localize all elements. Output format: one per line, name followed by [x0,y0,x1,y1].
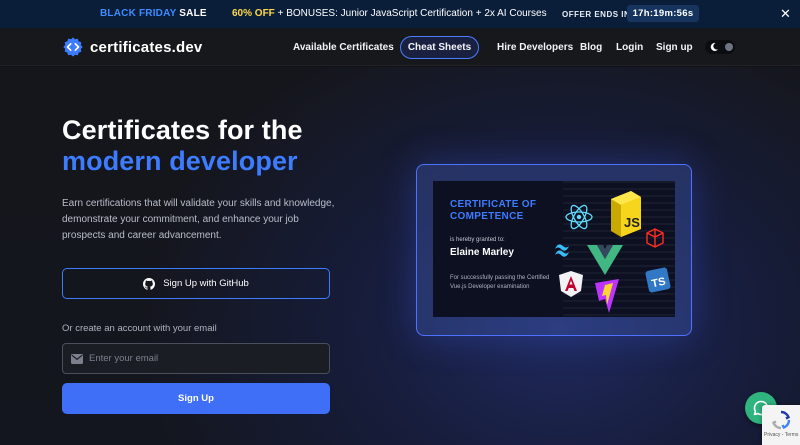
hero-section: Certificates for the modern developer Ea… [0,67,800,445]
gear-code-icon [63,37,83,57]
black-friday-label: BLACK FRIDAY SALE [100,8,207,19]
hero-title-line2: modern developer [62,146,298,176]
laravel-icon [646,228,664,248]
js-label: JS [624,215,640,230]
vue-icon [587,245,623,275]
offer-details: + BONUSES: Junior JavaScript Certificati… [277,8,547,19]
recaptcha-badge[interactable]: Privacy - Terms [762,405,800,445]
certificate-card: CERTIFICATE OF COMPETENCE is hereby gran… [433,181,675,317]
promo-bar: BLACK FRIDAY SALE 60% OFF + BONUSES: Jun… [0,0,800,28]
toggle-knob [725,43,733,51]
sale-text: SALE [179,8,207,19]
signup-button[interactable]: Sign Up [62,383,330,414]
countdown-timer: 17h:19m:56s [627,5,699,22]
github-button-label: Sign Up with GitHub [163,278,249,289]
react-icon [565,204,593,230]
github-icon [143,277,156,290]
angular-icon [559,271,583,297]
certificate-title-line1: CERTIFICATE OF [450,199,537,210]
tailwind-icon [555,244,569,257]
js-icon: JS [611,191,641,237]
certificate-description: For successfully passing the Certified V… [450,275,550,290]
close-icon[interactable]: ✕ [780,6,791,22]
certificate-recipient: Elaine Marley [450,247,514,258]
github-signup-button[interactable]: Sign Up with GitHub [62,268,330,299]
nav-hire-developers[interactable]: Hire Developers [497,42,573,53]
certificate-title-line2: COMPETENCE [450,211,524,222]
theme-toggle[interactable] [705,40,735,54]
promo-offer[interactable]: 60% OFF + BONUSES: Junior JavaScript Cer… [232,8,547,19]
tech-logos: JS TS [555,191,671,313]
certificate-granted-text: is hereby granted to: [450,237,505,243]
recaptcha-links[interactable]: Privacy - Terms [764,432,798,438]
email-input[interactable] [89,353,319,364]
email-field[interactable] [62,343,330,374]
envelope-icon [71,353,83,364]
logo-text: certificates.dev [90,38,203,56]
hero-description: Earn certifications that will validate y… [62,198,335,241]
certificate-title: CERTIFICATE OF COMPETENCE [450,199,536,223]
nav-blog[interactable]: Blog [580,42,602,53]
recaptcha-icon [772,410,791,430]
email-signup-label: Or create an account with your email [62,323,217,334]
site-logo[interactable]: certificates.dev [62,36,202,58]
nav-cheat-sheets[interactable]: Cheat Sheets [400,36,479,59]
nav-login[interactable]: Login [616,42,643,53]
certificate-preview: CERTIFICATE OF COMPETENCE is hereby gran… [416,164,692,336]
offer-percent: 60% OFF [232,8,275,19]
nav-sign-up[interactable]: Sign up [656,42,693,53]
site-header: certificates.dev Available Certificates … [0,28,800,66]
black-friday-text: BLACK FRIDAY [100,8,177,19]
nav-available-certificates[interactable]: Available Certificates [293,42,394,53]
offer-ends-label: OFFER ENDS IN [562,10,631,19]
moon-icon [710,42,718,51]
typescript-icon: TS [645,267,671,293]
vite-icon [595,279,619,313]
hero-title-line1: Certificates for the [62,115,303,145]
